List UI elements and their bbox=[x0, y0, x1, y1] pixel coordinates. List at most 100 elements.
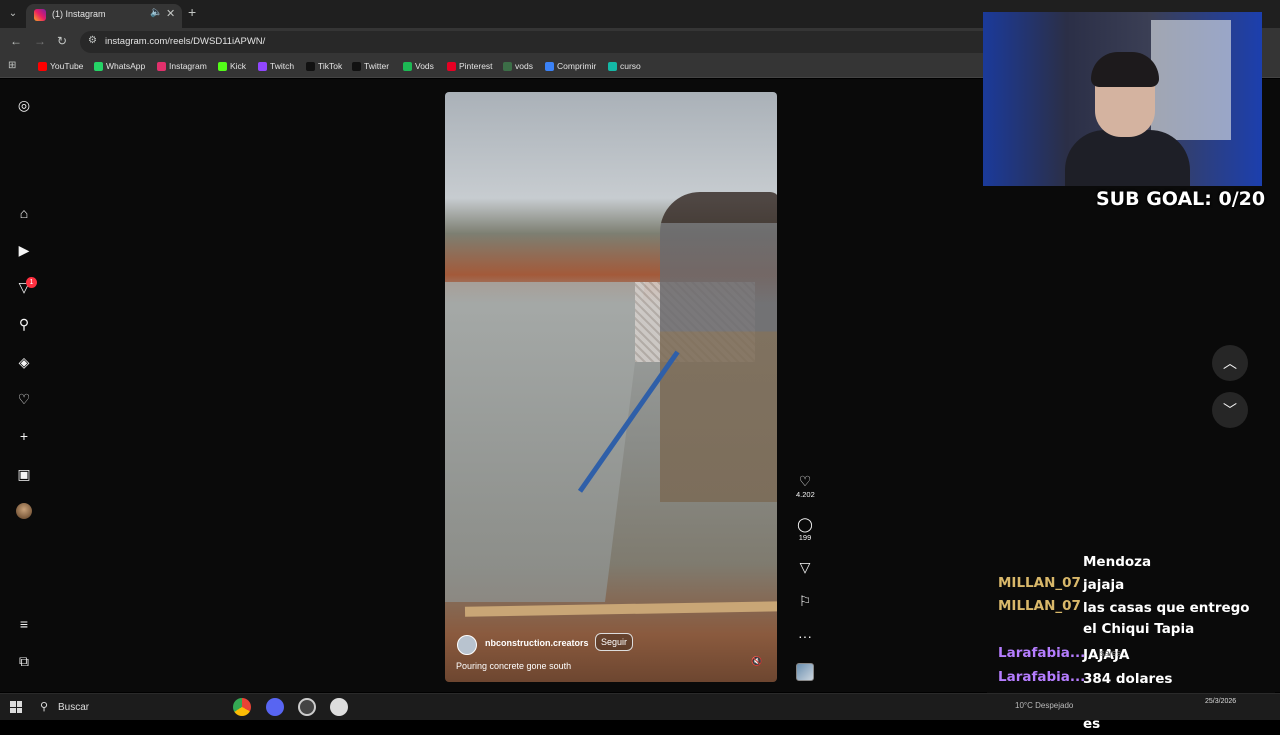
twitter-icon bbox=[352, 61, 361, 71]
previous-reel-button[interactable]: ︿ bbox=[1212, 345, 1248, 381]
next-reel-button[interactable]: ﹀ bbox=[1212, 392, 1248, 428]
reel-caption[interactable]: Pouring concrete gone south bbox=[456, 661, 571, 671]
like-count: 4.202 bbox=[796, 490, 815, 499]
webcam-person-body bbox=[1065, 130, 1190, 186]
whatsapp-icon bbox=[94, 61, 103, 71]
reload-icon[interactable]: ↻ bbox=[57, 34, 67, 48]
heart-icon[interactable]: ♡ bbox=[14, 389, 34, 409]
also-from-meta-icon[interactable]: ⧉ bbox=[14, 651, 34, 671]
profile-avatar[interactable] bbox=[16, 503, 32, 519]
bookmark-label: Kick bbox=[230, 61, 247, 71]
send-icon: ▽ bbox=[799, 559, 811, 575]
creator-avatar[interactable] bbox=[457, 635, 477, 655]
bookmark-label: Instagram bbox=[169, 61, 207, 71]
reels-icon[interactable]: ▶ bbox=[14, 240, 34, 260]
chat-message: Larafabia... JAJAJA bbox=[998, 645, 1129, 663]
url-text: instagram.com/reels/DWSD11iAPWN/ bbox=[105, 36, 266, 47]
chat-username: MILLAN_07 bbox=[998, 575, 1081, 591]
webcam-background-shelf bbox=[1151, 20, 1231, 140]
windows-taskbar: ⚲ Buscar 10°C Despejado 25/3/2026 bbox=[0, 693, 1280, 720]
instagram-logo-icon[interactable]: ◎ bbox=[14, 95, 34, 115]
bookmark-whatsapp[interactable]: WhatsApp bbox=[94, 61, 145, 71]
dashboard-icon[interactable]: ▣ bbox=[14, 464, 34, 484]
like-button[interactable]: ♡ 4.202 bbox=[796, 473, 815, 499]
chat-text: 384 dolares bbox=[1083, 671, 1173, 687]
create-icon[interactable]: + bbox=[14, 426, 34, 446]
comment-count: 199 bbox=[798, 533, 812, 542]
clock[interactable]: 25/3/2026 bbox=[1205, 697, 1236, 707]
discord-icon[interactable] bbox=[266, 698, 284, 716]
comment-button[interactable]: ◯ 199 bbox=[796, 516, 814, 542]
reel-video[interactable]: nbconstruction.creators Seguir Pouring c… bbox=[445, 92, 777, 682]
bookmark-instagram[interactable]: Instagram bbox=[157, 61, 207, 71]
bookmark-tiktok[interactable]: TikTok bbox=[306, 61, 342, 71]
bookmark-label: Comprimir bbox=[557, 61, 597, 71]
audio-thumbnail[interactable] bbox=[796, 663, 814, 681]
home-icon[interactable]: ⌂ bbox=[14, 203, 34, 223]
youtube-icon bbox=[38, 61, 47, 71]
bookmark-vods[interactable]: vods bbox=[503, 61, 533, 71]
chat-username: MILLAN_07 bbox=[998, 598, 1081, 614]
share-button[interactable]: ▽ bbox=[796, 559, 814, 575]
apps-grid-icon[interactable]: ⊞ bbox=[8, 60, 16, 71]
kick-icon bbox=[218, 61, 227, 71]
bookmark-label: vods bbox=[515, 61, 533, 71]
comment-icon: ◯ bbox=[797, 516, 813, 532]
chat-message: Mendoza bbox=[998, 552, 1151, 570]
bookmark-vods[interactable]: Vods bbox=[403, 61, 434, 71]
heart-icon: ♡ bbox=[798, 473, 812, 489]
vods-icon bbox=[503, 61, 512, 71]
search-icon[interactable]: ⚲ bbox=[14, 314, 34, 334]
bookmark-label: TikTok bbox=[318, 61, 343, 71]
back-icon[interactable]: ← bbox=[10, 34, 22, 48]
taskbar-search-label: Buscar bbox=[58, 702, 90, 713]
bookmark-label: Vods bbox=[415, 61, 434, 71]
bookmark-twitch[interactable]: Twitch bbox=[258, 61, 294, 71]
chrome-icon[interactable] bbox=[233, 698, 251, 716]
mute-icon[interactable]: 🔇 bbox=[751, 656, 762, 667]
taskbar-search[interactable]: ⚲ Buscar bbox=[34, 697, 224, 718]
chat-username: Larafabia... bbox=[998, 669, 1086, 685]
chat-username: Larafabia... bbox=[998, 645, 1086, 661]
bookmark-comprimir[interactable]: Comprimir bbox=[545, 61, 596, 71]
site-info-icon[interactable]: ⚙ bbox=[88, 35, 97, 46]
weather-tray[interactable]: 10°C Despejado bbox=[1015, 701, 1073, 710]
bookmark-label: Twitch bbox=[270, 61, 295, 71]
windows-start-icon[interactable] bbox=[10, 701, 22, 713]
tab-audio-icon[interactable]: 🔈 bbox=[150, 7, 162, 18]
follow-button[interactable]: Seguir bbox=[595, 633, 634, 651]
comprimir-icon bbox=[545, 61, 554, 71]
bookmark-pinterest[interactable]: Pinterest bbox=[447, 61, 493, 71]
forward-icon[interactable]: → bbox=[34, 34, 46, 48]
bookmark-icon: ⚐ bbox=[798, 593, 812, 609]
tiktok-icon bbox=[306, 61, 315, 71]
chat-ghost-text: sajes bbox=[1100, 648, 1122, 658]
twitch-icon bbox=[258, 61, 267, 71]
tab-close-icon[interactable]: ✕ bbox=[166, 7, 175, 20]
app-icon[interactable] bbox=[330, 698, 348, 716]
bookmark-twitter[interactable]: Twitter bbox=[352, 61, 389, 71]
bookmark-label: Pinterest bbox=[459, 61, 493, 71]
browser-tab[interactable]: (1) Instagram 🔈 ✕ bbox=[26, 4, 182, 28]
sub-goal-text: SUB GOAL: 0/20 bbox=[1096, 188, 1266, 210]
search-icon: ⚲ bbox=[40, 701, 49, 713]
video-frame-board bbox=[464, 601, 777, 617]
instagram-sidebar: ◎ ⌂ ▶ ▽ 1 ⚲ ◈ ♡ + ▣ ≡ ⧉ bbox=[0, 79, 48, 692]
creator-username[interactable]: nbconstruction.creators bbox=[485, 638, 589, 648]
bookmark-curso[interactable]: curso bbox=[608, 61, 641, 71]
explore-icon[interactable]: ◈ bbox=[14, 352, 34, 372]
save-button[interactable]: ⚐ bbox=[796, 593, 814, 609]
obs-icon[interactable] bbox=[298, 698, 316, 716]
tab-search-icon[interactable]: ⌄ bbox=[4, 5, 22, 23]
bookmark-kick[interactable]: Kick bbox=[218, 61, 246, 71]
stream-chat: Mendoza MILLAN_07 jajaja MILLAN_07 las casas… bbox=[987, 552, 1275, 732]
clock-date: 25/3/2026 bbox=[1205, 698, 1237, 705]
chat-message: MILLAN_07 las casas que entrego el Chiqui… bbox=[998, 598, 1250, 637]
bookmark-youtube[interactable]: YouTube bbox=[38, 61, 83, 71]
new-tab-icon[interactable]: + bbox=[188, 4, 196, 20]
chat-text: Mendoza bbox=[1083, 554, 1152, 570]
more-options-button[interactable]: ··· bbox=[796, 628, 814, 644]
video-frame-worker bbox=[660, 192, 777, 502]
tab-title: (1) Instagram bbox=[52, 9, 106, 19]
menu-icon[interactable]: ≡ bbox=[14, 614, 34, 634]
